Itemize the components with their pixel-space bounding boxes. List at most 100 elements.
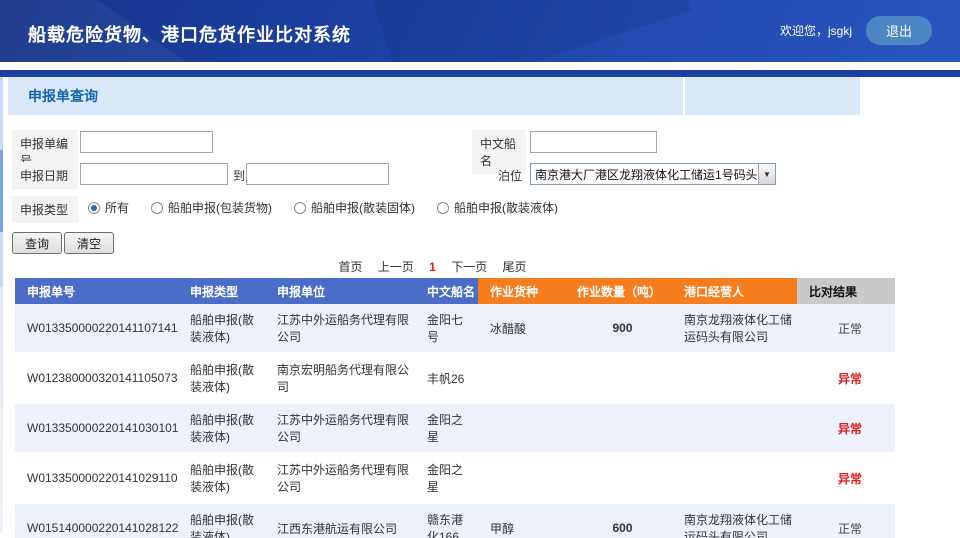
clear-button[interactable]: 清空 [64, 232, 114, 254]
cell-compare-result: 异常 [797, 403, 895, 453]
cell-declaration-no: W013350000220141029110742 [15, 453, 178, 503]
top-banner: 船载危险货物、港口危货作业比对系统 欢迎您，jsgkj 退出 [0, 0, 960, 62]
berth-label: 泊位 [490, 162, 530, 189]
radio-bulk-solid[interactable]: 船舶申报(散装固体) [294, 199, 415, 216]
date-to-text: 到 [233, 167, 245, 184]
header-cargo-type: 作业货种 [478, 278, 565, 304]
cell-port-operator: 南京龙翔液体化工储运码头有限公司 [672, 304, 797, 353]
cell-cargo-type: 冰醋酸 [478, 304, 565, 353]
radio-label[interactable]: 所有 [105, 199, 129, 216]
cell-cargo-type: 甲醇 [478, 503, 565, 538]
table-row: W013350000220141029110742 船舶申报(散装液体) 江苏中… [15, 453, 895, 503]
query-form: 申报单编号 中文船名 申报日期 到 泊位 南京港大厂港区龙翔液体化工储运1号码头… [0, 115, 960, 258]
table-row: W013350000220141107141109 船舶申报(散装液体) 江苏中… [15, 304, 895, 353]
welcome-text: 欢迎您，jsgkj [780, 22, 852, 39]
pagination-first[interactable]: 首页 [338, 260, 362, 274]
berth-select[interactable]: 南京港大厂港区龙翔液体化工储运1号码头 ▼ [530, 163, 776, 185]
pagination-last[interactable]: 尾页 [503, 260, 527, 274]
cell-declaration-no: W012380000320141105073753 [15, 353, 178, 403]
logout-button[interactable]: 退出 [866, 16, 932, 45]
cell-declaration-unit: 南京宏明船务代理有限公司 [265, 353, 415, 403]
query-button[interactable]: 查询 [12, 232, 62, 254]
chevron-down-icon[interactable]: ▼ [758, 164, 775, 184]
result-badge: 异常 [838, 422, 862, 436]
cell-ship-name: 丰帆26 [415, 353, 478, 403]
radio-icon[interactable] [151, 202, 163, 214]
radio-label[interactable]: 船舶申报(包装货物) [168, 199, 272, 216]
pagination-current-page: 1 [429, 260, 436, 274]
cell-declaration-type: 船舶申报(散装液体) [178, 353, 265, 403]
table-row: W012380000320141105073753 船舶申报(散装液体) 南京宏… [15, 353, 895, 403]
table-header-row: 申报单号 申报类型 申报单位 中文船名 作业货种 作业数量（吨） 港口经营人 比… [15, 278, 895, 304]
pagination-prev[interactable]: 上一页 [378, 260, 414, 274]
pagination: 首页 上一页 1 下一页 尾页 [0, 258, 960, 278]
cell-compare-result: 异常 [797, 353, 895, 403]
tab-declaration-query[interactable]: 申报单查询 [8, 77, 683, 115]
result-badge: 异常 [838, 472, 862, 486]
cell-port-operator [672, 403, 797, 453]
cell-cargo-type [478, 353, 565, 403]
table-row: W013350000220141030101217 船舶申报(散装液体) 江苏中… [15, 403, 895, 453]
cell-declaration-type: 船舶申报(散装液体) [178, 503, 265, 538]
cell-ship-name: 金阳之星 [415, 453, 478, 503]
radio-icon[interactable] [437, 202, 449, 214]
section-tabbar: 申报单查询 [8, 77, 960, 115]
cell-cargo-qty [565, 403, 672, 453]
cell-declaration-unit: 江苏中外运船务代理有限公司 [265, 403, 415, 453]
cell-port-operator [672, 453, 797, 503]
white-gap [0, 62, 960, 70]
banner-decoration [369, 0, 691, 62]
radio-all[interactable]: 所有 [88, 199, 129, 216]
radio-icon[interactable] [88, 202, 100, 214]
radio-icon[interactable] [294, 202, 306, 214]
cell-cargo-qty: 900 [565, 304, 672, 353]
declare-type-radios: 所有 船舶申报(包装货物) 船舶申报(散装固体) 船舶申报(散装液体) [88, 199, 558, 216]
cell-cargo-type [478, 403, 565, 453]
header-ship-name: 中文船名 [415, 278, 478, 304]
cell-declaration-unit: 江西东港航运有限公司 [265, 503, 415, 538]
header-port-operator: 港口经营人 [672, 278, 797, 304]
header-declaration-unit: 申报单位 [265, 278, 415, 304]
declare-date-label: 申报日期 [12, 162, 78, 189]
cell-declaration-unit: 江苏中外运船务代理有限公司 [265, 304, 415, 353]
radio-packaged-goods[interactable]: 船舶申报(包装货物) [151, 199, 272, 216]
cell-compare-result: 正常 [797, 503, 895, 538]
cell-port-operator: 南京龙翔液体化工储运码头有限公司 [672, 503, 797, 538]
date-to-input[interactable] [246, 163, 389, 185]
cell-declaration-type: 船舶申报(散装液体) [178, 304, 265, 353]
pagination-next[interactable]: 下一页 [451, 260, 487, 274]
berth-selected-value: 南京港大厂港区龙翔液体化工储运1号码头 [531, 166, 758, 183]
cell-ship-name: 金阳七号 [415, 304, 478, 353]
header-declaration-no: 申报单号 [15, 278, 178, 304]
cell-declaration-no: W015140000220141028122151 [15, 503, 178, 538]
results-table: 申报单号 申报类型 申报单位 中文船名 作业货种 作业数量（吨） 港口经营人 比… [15, 278, 895, 538]
date-from-input[interactable] [80, 163, 228, 185]
result-badge: 异常 [838, 372, 862, 386]
cell-port-operator [672, 353, 797, 403]
radio-label[interactable]: 船舶申报(散装固体) [311, 199, 415, 216]
nav-divider-bar [0, 70, 960, 77]
ship-name-input[interactable] [530, 131, 657, 153]
cell-cargo-qty [565, 353, 672, 403]
tab-empty [685, 77, 860, 115]
result-badge: 正常 [838, 322, 862, 336]
cell-declaration-type: 船舶申报(散装液体) [178, 453, 265, 503]
left-edge-strip [0, 77, 3, 533]
header-declaration-type: 申报类型 [178, 278, 265, 304]
radio-label[interactable]: 船舶申报(散装液体) [454, 199, 558, 216]
banner-right: 欢迎您，jsgkj 退出 [780, 16, 932, 45]
declaration-no-input[interactable] [80, 131, 213, 153]
cell-cargo-qty [565, 453, 672, 503]
declare-type-label: 申报类型 [12, 196, 78, 223]
cell-ship-name: 金阳之星 [415, 403, 478, 453]
cell-declaration-unit: 江苏中外运船务代理有限公司 [265, 453, 415, 503]
cell-ship-name: 赣东港化166 [415, 503, 478, 538]
table-row: W015140000220141028122151 船舶申报(散装液体) 江西东… [15, 503, 895, 538]
result-badge: 正常 [838, 522, 862, 536]
cell-compare-result: 异常 [797, 453, 895, 503]
section-title: 申报单查询 [28, 86, 98, 106]
page: 船载危险货物、港口危货作业比对系统 欢迎您，jsgkj 退出 申报单查询 申报单… [0, 0, 960, 538]
cell-declaration-type: 船舶申报(散装液体) [178, 403, 265, 453]
radio-bulk-liquid[interactable]: 船舶申报(散装液体) [437, 199, 558, 216]
cell-cargo-qty: 600 [565, 503, 672, 538]
